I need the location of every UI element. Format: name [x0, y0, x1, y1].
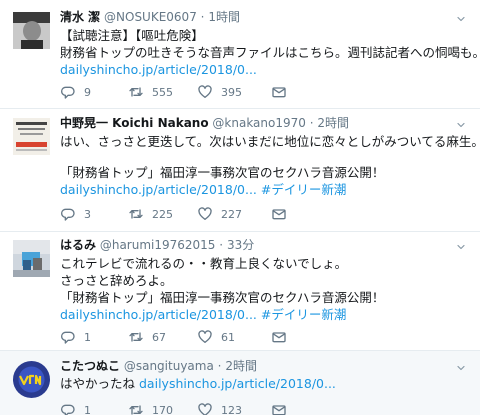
- like-button[interactable]: 123: [197, 402, 242, 415]
- timestamp[interactable]: 2時間: [317, 116, 349, 130]
- user-handle[interactable]: @knakano1970: [212, 116, 306, 130]
- reply-button[interactable]: 1: [60, 329, 91, 345]
- tweet-feed: 清水 潔 @NOSUKE0607 · 1時間 【試聴注意】【嘔吐危険】 財務省ト…: [0, 0, 480, 415]
- retweet-count: 170: [152, 403, 173, 415]
- display-name[interactable]: こたつぬこ: [60, 359, 120, 373]
- tweet-text-line: 「財務省トップ」福田淳一事務次官のセクハラ音源公開！: [60, 165, 385, 180]
- display-name[interactable]: はるみ: [60, 238, 96, 252]
- like-button[interactable]: 227: [197, 206, 242, 222]
- like-count: 395: [221, 85, 242, 99]
- tweet-link-line: dailyshincho.jp/article/2018/0... #デイリー新…: [60, 306, 346, 323]
- retweet-count: 555: [152, 85, 173, 99]
- retweet-button[interactable]: 170: [128, 402, 173, 415]
- tweet-link-line: dailyshincho.jp/article/2018/0... #デイリー新…: [60, 181, 346, 198]
- hashtag-link[interactable]: #デイリー新潮: [261, 307, 346, 322]
- tweet-text-line: 「財務省トップ」福田淳一事務次官のセクハラ音源公開！: [60, 290, 385, 305]
- tweet-header: 清水 潔 @NOSUKE0607 · 1時間: [60, 10, 240, 25]
- tweet-header: こたつぬこ @sangituyama · 2時間: [60, 359, 257, 374]
- retweet-icon: [128, 84, 144, 100]
- tweet-card[interactable]: はるみ @harumi19762015 · 33分 これテレビで流れるの・・教育…: [0, 232, 480, 351]
- separator-dot: ·: [200, 10, 205, 24]
- tweet-text-line: 財務省トップの吐きそうな音声ファイルはこちら。週刊誌記者への恫喝も。: [60, 45, 480, 60]
- avatar-image-icon: [13, 240, 50, 277]
- envelope-icon: [271, 329, 287, 345]
- reply-count: 1: [84, 330, 91, 344]
- reply-count: 9: [84, 85, 91, 99]
- chevron-down-icon[interactable]: [454, 119, 468, 131]
- heart-icon: [197, 402, 213, 415]
- retweet-icon: [128, 329, 144, 345]
- tweet-text-line: これテレビで流れるの・・教育上良くないでしょ。: [60, 256, 348, 271]
- timestamp[interactable]: 1時間: [208, 10, 240, 24]
- separator-dot: ·: [219, 238, 224, 252]
- tweet-link[interactable]: dailyshincho.jp/article/2018/0...: [60, 61, 257, 78]
- reply-count: 1: [84, 403, 91, 415]
- retweet-button[interactable]: 67: [128, 329, 166, 345]
- retweet-icon: [128, 402, 144, 415]
- reply-icon: [60, 402, 76, 415]
- retweet-count: 225: [152, 207, 173, 221]
- direct-message-button[interactable]: [271, 206, 287, 222]
- retweet-count: 67: [152, 330, 166, 344]
- envelope-icon: [271, 206, 287, 222]
- tweet-header: はるみ @harumi19762015 · 33分: [60, 238, 254, 253]
- tweet-text-line: はやかったね dailyshincho.jp/article/2018/0...: [60, 375, 336, 392]
- display-name[interactable]: 清水 潔: [60, 10, 100, 24]
- reply-button[interactable]: 3: [60, 206, 91, 222]
- display-name[interactable]: 中野晃一 Koichi Nakano: [60, 116, 209, 130]
- reply-button[interactable]: 1: [60, 402, 91, 415]
- heart-icon: [197, 206, 213, 222]
- reply-icon: [60, 84, 76, 100]
- chevron-down-icon[interactable]: [454, 362, 468, 374]
- separator-dot: ·: [217, 359, 222, 373]
- user-handle[interactable]: @NOSUKE0607: [104, 10, 197, 24]
- avatar[interactable]: [13, 240, 50, 277]
- tweet-text-line: はい、さっさと更迭して。次はいまだに地位に恋々としがみついてる麻生。: [60, 134, 480, 149]
- tweet-card[interactable]: こたつぬこ @sangituyama · 2時間 はやかったね dailyshi…: [0, 351, 480, 415]
- like-count: 123: [221, 403, 242, 415]
- tweet-card[interactable]: 清水 潔 @NOSUKE0607 · 1時間 【試聴注意】【嘔吐危険】 財務省ト…: [0, 0, 480, 109]
- reply-icon: [60, 206, 76, 222]
- reply-button[interactable]: 9: [60, 84, 91, 100]
- reply-count: 3: [84, 207, 91, 221]
- like-button[interactable]: 61: [197, 329, 235, 345]
- chevron-down-icon[interactable]: [454, 13, 468, 25]
- user-handle[interactable]: @sangituyama: [124, 359, 214, 373]
- direct-message-button[interactable]: [271, 84, 287, 100]
- book-cover-icon: [13, 118, 50, 155]
- envelope-icon: [271, 402, 287, 415]
- direct-message-button[interactable]: [271, 329, 287, 345]
- avatar-image-icon: [13, 12, 50, 49]
- direct-message-button[interactable]: [271, 402, 287, 415]
- retweet-button[interactable]: 225: [128, 206, 173, 222]
- tweet-link[interactable]: dailyshincho.jp/article/2018/0...: [60, 182, 257, 197]
- avatar[interactable]: [13, 361, 50, 398]
- tweet-link[interactable]: dailyshincho.jp/article/2018/0...: [60, 307, 257, 322]
- tweet-card[interactable]: 中野晃一 Koichi Nakano @knakano1970 · 2時間 はい…: [0, 109, 480, 232]
- avatar[interactable]: [13, 12, 50, 49]
- tweet-text: はやかったね: [60, 376, 136, 391]
- like-count: 61: [221, 330, 235, 344]
- like-button[interactable]: 395: [197, 84, 242, 100]
- chevron-down-icon[interactable]: [454, 241, 468, 253]
- timestamp[interactable]: 33分: [227, 238, 254, 252]
- retweet-icon: [128, 206, 144, 222]
- heart-icon: [197, 329, 213, 345]
- retweet-button[interactable]: 555: [128, 84, 173, 100]
- user-handle[interactable]: @harumi19762015: [100, 238, 216, 252]
- like-count: 227: [221, 207, 242, 221]
- envelope-icon: [271, 84, 287, 100]
- heart-icon: [197, 84, 213, 100]
- timestamp[interactable]: 2時間: [225, 359, 257, 373]
- avatar[interactable]: [13, 118, 50, 155]
- hashtag-link[interactable]: #デイリー新潮: [261, 182, 346, 197]
- reply-icon: [60, 329, 76, 345]
- separator-dot: ·: [309, 116, 314, 130]
- tweet-link[interactable]: dailyshincho.jp/article/2018/0...: [139, 376, 336, 391]
- tweet-header: 中野晃一 Koichi Nakano @knakano1970 · 2時間: [60, 116, 349, 131]
- tweet-text-line: 【試聴注意】【嘔吐危険】: [60, 28, 204, 43]
- tweet-text-line: さっさと辞めろよ。: [60, 273, 173, 288]
- avatar-image-icon: [13, 361, 50, 398]
